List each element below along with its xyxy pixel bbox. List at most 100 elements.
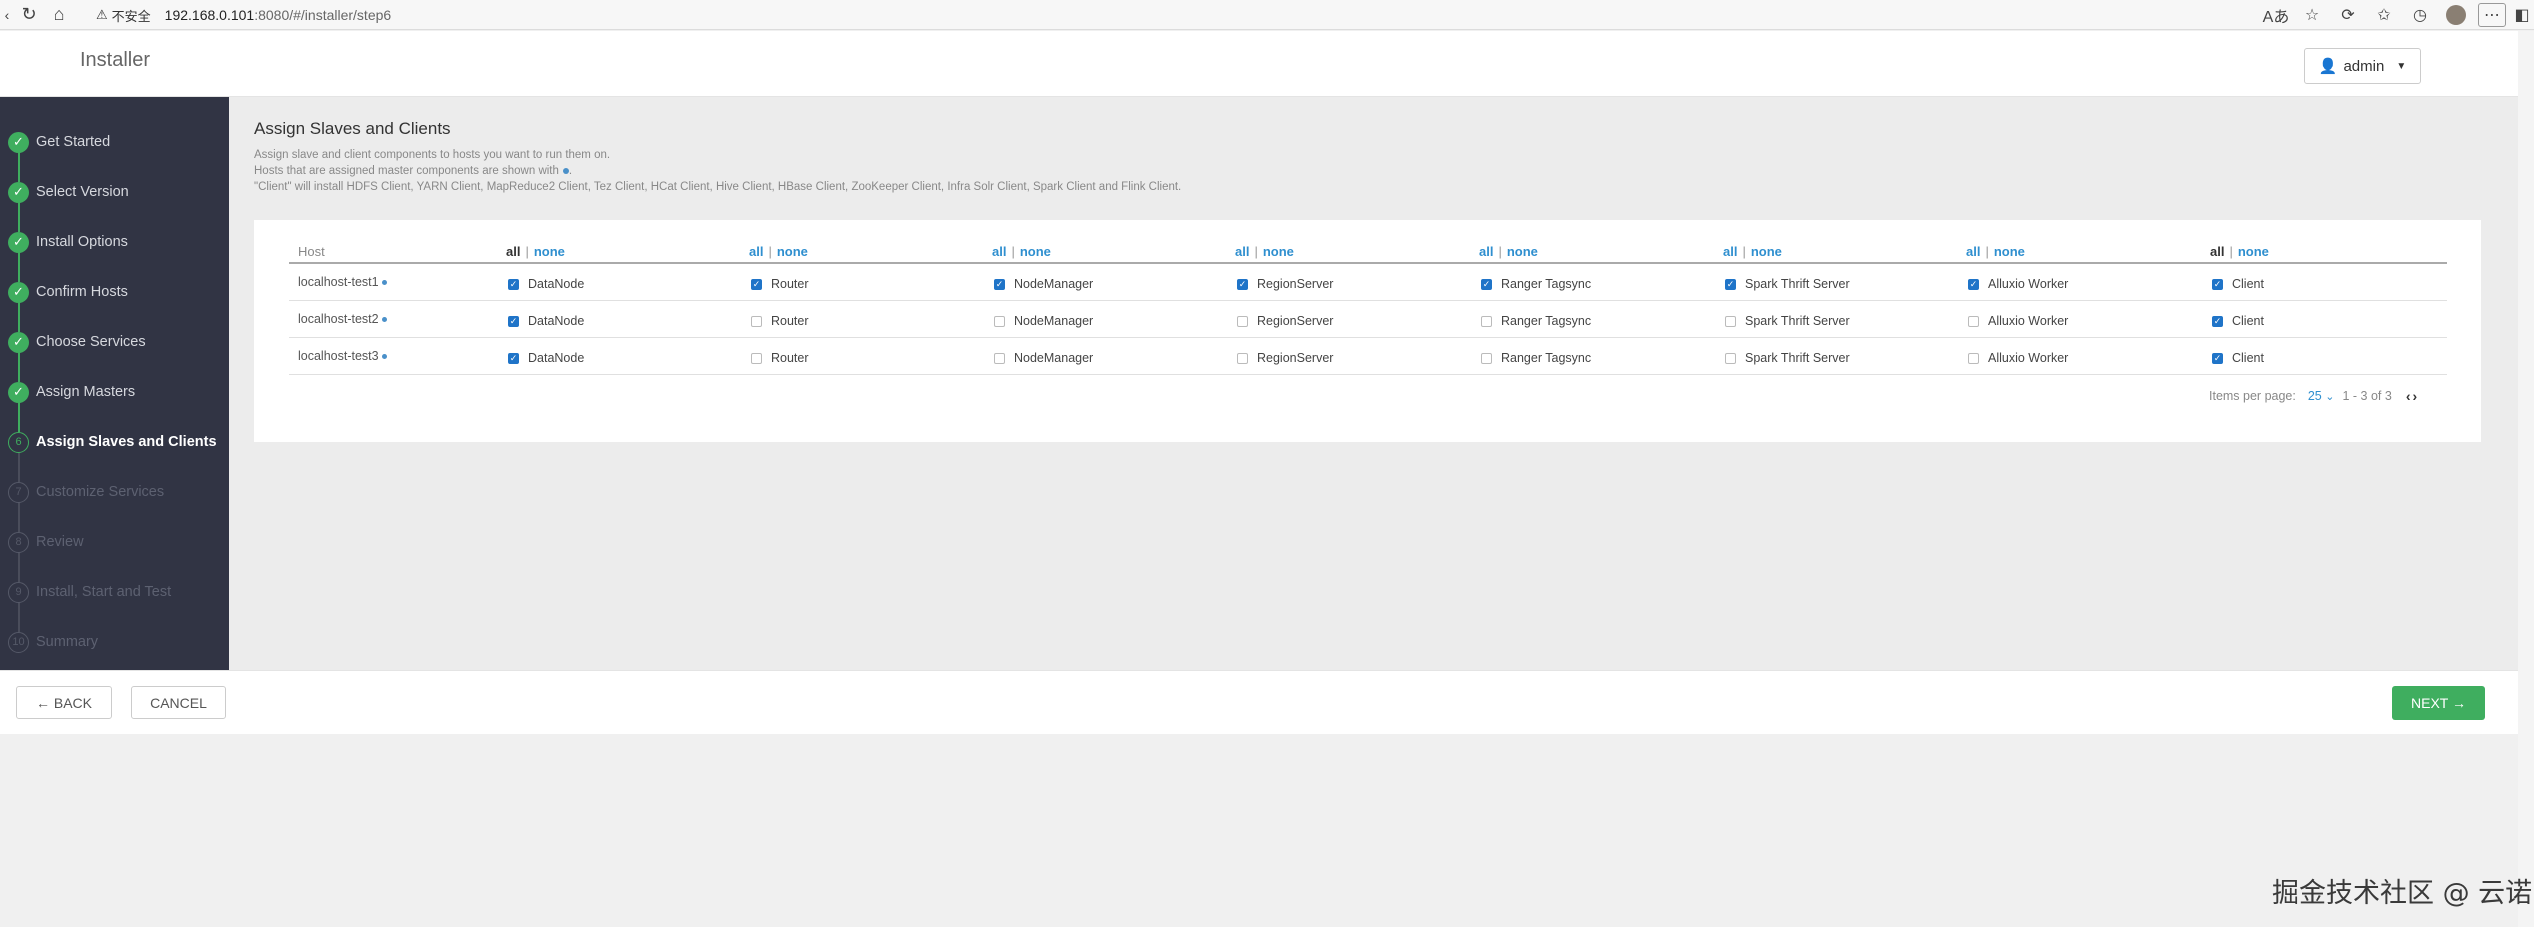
select-all-link[interactable]: all xyxy=(2210,244,2224,259)
component-label: RegionServer xyxy=(1257,351,1334,365)
component-checkbox[interactable]: Spark Thrift Server xyxy=(1725,314,1850,328)
history-icon[interactable]: ◷ xyxy=(2402,0,2438,30)
read-aloud-icon[interactable]: Aあ xyxy=(2258,0,2294,30)
step-label: Confirm Hosts xyxy=(36,284,128,300)
checkbox[interactable] xyxy=(751,278,762,290)
component-checkbox[interactable]: DataNode xyxy=(508,314,584,328)
checkbox[interactable] xyxy=(994,315,1005,327)
component-checkbox[interactable]: Router xyxy=(751,314,809,328)
component-label: Client xyxy=(2232,314,2264,328)
select-all-link[interactable]: all xyxy=(506,244,520,259)
checkbox[interactable] xyxy=(1968,315,1979,327)
profile-button[interactable] xyxy=(2438,0,2474,30)
component-checkbox[interactable]: RegionServer xyxy=(1237,351,1333,365)
component-checkbox[interactable]: DataNode xyxy=(508,277,584,291)
component-checkbox[interactable]: Ranger Tagsync xyxy=(1481,351,1591,365)
component-checkbox[interactable]: Alluxio Worker xyxy=(1968,351,2068,365)
component-checkbox[interactable]: RegionServer xyxy=(1237,277,1333,291)
checkbox[interactable] xyxy=(1968,278,1979,290)
wizard-step[interactable]: ✓ Install Options xyxy=(0,217,229,267)
component-checkbox[interactable]: Spark Thrift Server xyxy=(1725,351,1850,365)
select-none-link[interactable]: none xyxy=(2238,244,2269,259)
select-none-link[interactable]: none xyxy=(1263,244,1294,259)
home-icon[interactable]: ⌂ xyxy=(44,0,74,30)
component-checkbox[interactable]: NodeManager xyxy=(994,351,1093,365)
checkbox[interactable] xyxy=(1725,315,1736,327)
component-checkbox[interactable]: Router xyxy=(751,351,809,365)
select-none-link[interactable]: none xyxy=(534,244,565,259)
select-all-link[interactable]: all xyxy=(1966,244,1980,259)
select-none-link[interactable]: none xyxy=(777,244,808,259)
checkbox[interactable] xyxy=(751,315,762,327)
items-per-page-select[interactable]: 25 ⌄ xyxy=(2304,389,2335,403)
checkbox[interactable] xyxy=(2212,315,2223,327)
component-checkbox[interactable]: RegionServer xyxy=(1237,314,1333,328)
page-range: 1 - 3 of 3 xyxy=(2342,389,2392,403)
wizard-step[interactable]: ✓ Get Started xyxy=(0,117,229,167)
favorite-star-icon[interactable]: ☆ xyxy=(2294,0,2330,30)
checkbox[interactable] xyxy=(1237,352,1248,364)
select-all-link[interactable]: all xyxy=(992,244,1006,259)
next-page-icon[interactable]: › xyxy=(2412,388,2419,404)
wizard-step[interactable]: ✓ Confirm Hosts xyxy=(0,267,229,317)
component-checkbox[interactable]: Client xyxy=(2212,277,2264,291)
address-bar[interactable]: ⚠ 不安全 192.168.0.101:8080/#/installer/ste… xyxy=(84,3,2254,27)
select-all-link[interactable]: all xyxy=(1479,244,1493,259)
component-checkbox[interactable]: NodeManager xyxy=(994,314,1093,328)
select-none-link[interactable]: none xyxy=(1507,244,1538,259)
wizard-step[interactable]: ✓ Select Version xyxy=(0,167,229,217)
checkbox[interactable] xyxy=(751,352,762,364)
component-checkbox[interactable]: Client xyxy=(2212,351,2264,365)
component-checkbox[interactable]: Alluxio Worker xyxy=(1968,314,2068,328)
extensions-icon[interactable]: ⟳ xyxy=(2330,0,2366,30)
checkbox[interactable] xyxy=(1481,278,1492,290)
select-none-link[interactable]: none xyxy=(1020,244,1051,259)
checkbox[interactable] xyxy=(1725,352,1736,364)
component-checkbox[interactable]: Router xyxy=(751,277,809,291)
favorites-icon[interactable]: ✩ xyxy=(2366,0,2402,30)
select-all-link[interactable]: all xyxy=(749,244,763,259)
select-all-link[interactable]: all xyxy=(1235,244,1249,259)
next-button[interactable]: NEXT → xyxy=(2392,686,2485,720)
user-menu-button[interactable]: 👤 admin ▼ xyxy=(2304,48,2421,84)
component-checkbox[interactable]: Spark Thrift Server xyxy=(1725,277,1850,291)
more-menu-icon[interactable]: ⋯ xyxy=(2474,0,2510,30)
select-none-link[interactable]: none xyxy=(1751,244,1782,259)
back-arrow-icon[interactable]: ‹ xyxy=(0,0,14,30)
select-all-link[interactable]: all xyxy=(1723,244,1737,259)
checkbox[interactable] xyxy=(1481,315,1492,327)
checkbox[interactable] xyxy=(1481,352,1492,364)
description-line-2: Hosts that are assigned master component… xyxy=(254,165,573,177)
back-button[interactable]: ← BACK xyxy=(16,686,112,719)
wizard-step[interactable]: ✓ Assign Masters xyxy=(0,367,229,417)
wizard-step[interactable]: ✓ Choose Services xyxy=(0,317,229,367)
insecure-indicator[interactable]: ⚠ 不安全 xyxy=(96,6,151,25)
checkbox[interactable] xyxy=(508,352,519,364)
component-checkbox[interactable]: DataNode xyxy=(508,351,584,365)
checkbox[interactable] xyxy=(1968,352,1979,364)
separator: | xyxy=(1254,244,1258,259)
master-dot-icon xyxy=(381,354,387,360)
reload-icon[interactable]: ↻ xyxy=(14,0,44,30)
checkbox[interactable] xyxy=(508,278,519,290)
checkbox[interactable] xyxy=(994,352,1005,364)
component-checkbox[interactable]: Client xyxy=(2212,314,2264,328)
checkbox[interactable] xyxy=(2212,352,2223,364)
checkbox[interactable] xyxy=(1237,278,1248,290)
sidebar-toggle-icon[interactable]: ◧ xyxy=(2510,0,2534,30)
checkbox[interactable] xyxy=(2212,278,2223,290)
component-label: Ranger Tagsync xyxy=(1501,351,1592,365)
checkbox[interactable] xyxy=(1237,315,1248,327)
page-title: Assign Slaves and Clients xyxy=(254,119,451,138)
component-checkbox[interactable]: NodeManager xyxy=(994,277,1093,291)
table-row: localhost-test3 DataNode Router NodeManager… xyxy=(289,338,2447,375)
cancel-button[interactable]: CANCEL xyxy=(131,686,226,719)
checkbox[interactable] xyxy=(994,278,1005,290)
checkbox[interactable] xyxy=(508,315,519,327)
component-checkbox[interactable]: Ranger Tagsync xyxy=(1481,314,1591,328)
component-checkbox[interactable]: Alluxio Worker xyxy=(1968,277,2068,291)
page-scrollbar[interactable] xyxy=(2518,31,2534,927)
component-checkbox[interactable]: Ranger Tagsync xyxy=(1481,277,1591,291)
checkbox[interactable] xyxy=(1725,278,1736,290)
select-none-link[interactable]: none xyxy=(1994,244,2025,259)
